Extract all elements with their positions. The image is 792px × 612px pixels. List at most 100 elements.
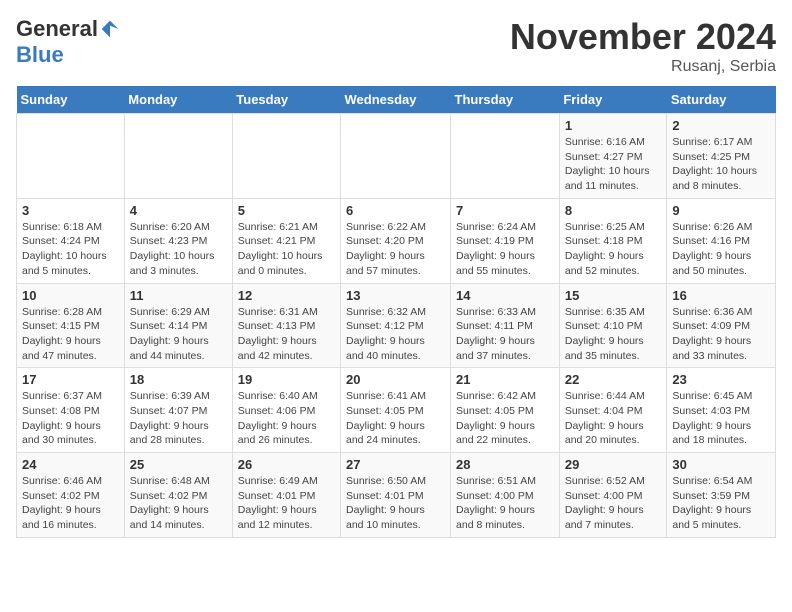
day-info: Sunrise: 6:20 AM Sunset: 4:23 PM Dayligh… [130, 220, 227, 279]
calendar-cell: 30 Sunrise: 6:54 AM Sunset: 3:59 PM Dayli… [667, 453, 776, 538]
day-number: 17 [22, 372, 119, 387]
calendar-cell: 17 Sunrise: 6:37 AM Sunset: 4:08 PM Dayli… [17, 368, 125, 453]
day-info: Sunrise: 6:48 AM Sunset: 4:02 PM Dayligh… [130, 474, 227, 533]
day-number: 25 [130, 457, 227, 472]
calendar-week-row: 24Sunrise: 6:46 AM Sunset: 4:02 PM Dayli… [17, 453, 776, 538]
weekday-header-row: SundayMondayTuesdayWednesdayThursdayFrid… [17, 86, 776, 114]
logo-blue-text: Blue [16, 42, 64, 68]
logo-icon [100, 19, 120, 39]
calendar-week-row: 10 Sunrise: 6:28 AM Sunset: 4:15 PM Dayli… [17, 283, 776, 368]
day-number: 9 [672, 203, 770, 218]
calendar-cell: 23 Sunrise: 6:45 AM Sunset: 4:03 PM Dayli… [667, 368, 776, 453]
day-number: 6 [346, 203, 445, 218]
day-number: 20 [346, 372, 445, 387]
day-number: 22 [565, 372, 662, 387]
day-info: Sunrise: 6:32 AM Sunset: 4:12 PM Dayligh… [346, 305, 445, 364]
day-number: 15 [565, 288, 662, 303]
day-number: 4 [130, 203, 227, 218]
day-number: 27 [346, 457, 445, 472]
day-number: 18 [130, 372, 227, 387]
day-number: 2 [672, 118, 770, 133]
calendar-cell: 22Sunrise: 6:44 AM Sunset: 4:04 PM Dayli… [559, 368, 667, 453]
calendar-cell [232, 114, 340, 199]
calendar-cell: 26 Sunrise: 6:49 AM Sunset: 4:01 PM Dayli… [232, 453, 340, 538]
day-info: Sunrise: 6:16 AM Sunset: 4:27 PM Dayligh… [565, 135, 662, 194]
calendar-cell: 6 Sunrise: 6:22 AM Sunset: 4:20 PM Daylig… [341, 198, 451, 283]
day-number: 10 [22, 288, 119, 303]
calendar-week-row: 1Sunrise: 6:16 AM Sunset: 4:27 PM Daylig… [17, 114, 776, 199]
day-info: Sunrise: 6:36 AM Sunset: 4:09 PM Dayligh… [672, 305, 770, 364]
day-info: Sunrise: 6:45 AM Sunset: 4:03 PM Dayligh… [672, 389, 770, 448]
day-info: Sunrise: 6:31 AM Sunset: 4:13 PM Dayligh… [238, 305, 335, 364]
day-info: Sunrise: 6:22 AM Sunset: 4:20 PM Dayligh… [346, 220, 445, 279]
calendar-cell: 16 Sunrise: 6:36 AM Sunset: 4:09 PM Dayli… [667, 283, 776, 368]
calendar-cell: 27 Sunrise: 6:50 AM Sunset: 4:01 PM Dayli… [341, 453, 451, 538]
day-number: 30 [672, 457, 770, 472]
calendar-cell: 11Sunrise: 6:29 AM Sunset: 4:14 PM Dayli… [124, 283, 232, 368]
day-info: Sunrise: 6:54 AM Sunset: 3:59 PM Dayligh… [672, 474, 770, 533]
day-info: Sunrise: 6:52 AM Sunset: 4:00 PM Dayligh… [565, 474, 662, 533]
calendar-cell: 15 Sunrise: 6:35 AM Sunset: 4:10 PM Dayli… [559, 283, 667, 368]
day-info: Sunrise: 6:35 AM Sunset: 4:10 PM Dayligh… [565, 305, 662, 364]
day-info: Sunrise: 6:25 AM Sunset: 4:18 PM Dayligh… [565, 220, 662, 279]
calendar-cell [341, 114, 451, 199]
logo: General Blue [16, 16, 120, 68]
calendar-cell: 5 Sunrise: 6:21 AM Sunset: 4:21 PM Daylig… [232, 198, 340, 283]
weekday-header-friday: Friday [559, 86, 667, 114]
day-info: Sunrise: 6:24 AM Sunset: 4:19 PM Dayligh… [456, 220, 554, 279]
day-number: 3 [22, 203, 119, 218]
calendar-cell: 9Sunrise: 6:26 AM Sunset: 4:16 PM Daylig… [667, 198, 776, 283]
weekday-header-saturday: Saturday [667, 86, 776, 114]
weekday-header-wednesday: Wednesday [341, 86, 451, 114]
day-number: 14 [456, 288, 554, 303]
month-title: November 2024 [510, 16, 776, 58]
calendar-cell: 13Sunrise: 6:32 AM Sunset: 4:12 PM Dayli… [341, 283, 451, 368]
calendar-cell [17, 114, 125, 199]
calendar-cell: 2 Sunrise: 6:17 AM Sunset: 4:25 PM Daylig… [667, 114, 776, 199]
day-info: Sunrise: 6:39 AM Sunset: 4:07 PM Dayligh… [130, 389, 227, 448]
day-info: Sunrise: 6:50 AM Sunset: 4:01 PM Dayligh… [346, 474, 445, 533]
day-number: 5 [238, 203, 335, 218]
location-title: Rusanj, Serbia [510, 58, 776, 76]
weekday-header-sunday: Sunday [17, 86, 125, 114]
calendar-cell: 29Sunrise: 6:52 AM Sunset: 4:00 PM Dayli… [559, 453, 667, 538]
day-info: Sunrise: 6:46 AM Sunset: 4:02 PM Dayligh… [22, 474, 119, 533]
weekday-header-monday: Monday [124, 86, 232, 114]
calendar-cell: 14 Sunrise: 6:33 AM Sunset: 4:11 PM Dayli… [451, 283, 560, 368]
calendar-cell: 10 Sunrise: 6:28 AM Sunset: 4:15 PM Dayli… [17, 283, 125, 368]
calendar-cell: 7Sunrise: 6:24 AM Sunset: 4:19 PM Daylig… [451, 198, 560, 283]
day-info: Sunrise: 6:42 AM Sunset: 4:05 PM Dayligh… [456, 389, 554, 448]
day-number: 28 [456, 457, 554, 472]
day-number: 23 [672, 372, 770, 387]
calendar-cell: 20 Sunrise: 6:41 AM Sunset: 4:05 PM Dayli… [341, 368, 451, 453]
calendar-cell: 3 Sunrise: 6:18 AM Sunset: 4:24 PM Daylig… [17, 198, 125, 283]
calendar-cell [124, 114, 232, 199]
day-info: Sunrise: 6:29 AM Sunset: 4:14 PM Dayligh… [130, 305, 227, 364]
day-info: Sunrise: 6:37 AM Sunset: 4:08 PM Dayligh… [22, 389, 119, 448]
calendar-cell: 1Sunrise: 6:16 AM Sunset: 4:27 PM Daylig… [559, 114, 667, 199]
calendar-cell: 19 Sunrise: 6:40 AM Sunset: 4:06 PM Dayli… [232, 368, 340, 453]
calendar-table: SundayMondayTuesdayWednesdayThursdayFrid… [16, 86, 776, 538]
day-info: Sunrise: 6:21 AM Sunset: 4:21 PM Dayligh… [238, 220, 335, 279]
day-info: Sunrise: 6:17 AM Sunset: 4:25 PM Dayligh… [672, 135, 770, 194]
day-info: Sunrise: 6:41 AM Sunset: 4:05 PM Dayligh… [346, 389, 445, 448]
day-number: 19 [238, 372, 335, 387]
calendar-cell: 28 Sunrise: 6:51 AM Sunset: 4:00 PM Dayli… [451, 453, 560, 538]
calendar-cell: 4 Sunrise: 6:20 AM Sunset: 4:23 PM Daylig… [124, 198, 232, 283]
day-number: 26 [238, 457, 335, 472]
day-info: Sunrise: 6:28 AM Sunset: 4:15 PM Dayligh… [22, 305, 119, 364]
calendar-week-row: 17 Sunrise: 6:37 AM Sunset: 4:08 PM Dayli… [17, 368, 776, 453]
day-info: Sunrise: 6:33 AM Sunset: 4:11 PM Dayligh… [456, 305, 554, 364]
calendar-cell: 18 Sunrise: 6:39 AM Sunset: 4:07 PM Dayli… [124, 368, 232, 453]
day-number: 8 [565, 203, 662, 218]
day-info: Sunrise: 6:40 AM Sunset: 4:06 PM Dayligh… [238, 389, 335, 448]
calendar-cell: 12 Sunrise: 6:31 AM Sunset: 4:13 PM Dayli… [232, 283, 340, 368]
day-number: 12 [238, 288, 335, 303]
day-number: 16 [672, 288, 770, 303]
calendar-cell: 8 Sunrise: 6:25 AM Sunset: 4:18 PM Daylig… [559, 198, 667, 283]
calendar-cell [451, 114, 560, 199]
day-info: Sunrise: 6:49 AM Sunset: 4:01 PM Dayligh… [238, 474, 335, 533]
calendar-cell: 21Sunrise: 6:42 AM Sunset: 4:05 PM Dayli… [451, 368, 560, 453]
day-info: Sunrise: 6:18 AM Sunset: 4:24 PM Dayligh… [22, 220, 119, 279]
day-info: Sunrise: 6:51 AM Sunset: 4:00 PM Dayligh… [456, 474, 554, 533]
